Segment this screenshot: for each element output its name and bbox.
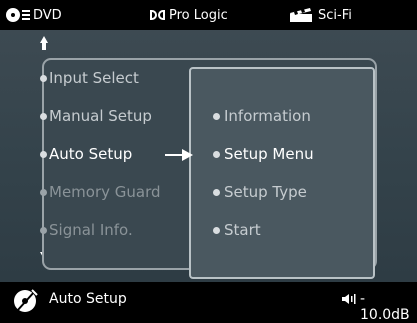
bullet-icon [40,112,47,120]
bullet-icon [213,188,220,196]
bullet-icon [40,226,47,234]
menu-item-signal-info[interactable]: Signal Info. [40,219,133,241]
bullet-icon [40,150,47,158]
submenu-panel [189,67,375,279]
genre-label: Sci-Fi [318,7,352,23]
selection-arrow-icon [182,149,193,161]
dolby-icon [150,10,165,20]
selection-connector [165,154,183,156]
volume-readout: - 10.0dB [360,291,410,323]
surround-mode-label: Pro Logic [169,7,228,23]
bullet-icon [213,226,220,234]
surround-indicator: Pro Logic [150,6,228,24]
current-menu-title: Auto Setup [49,291,127,307]
disc-icon [6,8,20,22]
submenu-item-label: Start [224,221,261,239]
source-indicator: DVD [6,6,62,24]
menu-item-label: Input Select [49,69,139,87]
bullet-icon [40,188,47,196]
disc-bars-icon [22,10,30,20]
bullet-icon [213,150,220,158]
menu-item-label: Signal Info. [49,221,133,239]
submenu-item-setup-menu[interactable]: Setup Menu [213,143,314,165]
submenu-item-setup-type[interactable]: Setup Type [213,181,307,203]
menu-item-label: Manual Setup [49,107,152,125]
speaker-icon [342,294,356,304]
source-label: DVD [33,7,62,23]
submenu-item-information[interactable]: Information [213,105,311,127]
menu-item-label: Auto Setup [49,145,133,163]
bullet-icon [40,74,47,82]
submenu-item-start[interactable]: Start [213,219,261,241]
menu-item-manual-setup[interactable]: Manual Setup [40,105,152,127]
bullet-icon [213,112,220,120]
scroll-up-stem [42,43,46,50]
status-bar: DVD Pro Logic Sci-Fi [0,0,417,30]
genre-indicator: Sci-Fi [288,6,352,24]
setup-menu-area: Input Select Manual Setup Auto Setup Mem… [0,30,417,282]
menu-item-auto-setup[interactable]: Auto Setup [40,143,132,165]
menu-item-memory-guard[interactable]: Memory Guard [40,181,161,203]
av-receiver-osd: DVD Pro Logic Sci-Fi Input Select Manual… [0,0,417,323]
menu-item-label: Memory Guard [49,183,161,201]
submenu-item-label: Setup Menu [224,145,314,163]
clapperboard-icon [290,8,312,22]
setup-disc-icon [14,289,38,312]
submenu-item-label: Setup Type [224,183,307,201]
bottom-bar: Auto Setup - 10.0dB [0,282,417,323]
scroll-up-arrow-icon[interactable] [40,36,48,43]
submenu-item-label: Information [224,107,311,125]
menu-item-input-select[interactable]: Input Select [40,67,139,89]
